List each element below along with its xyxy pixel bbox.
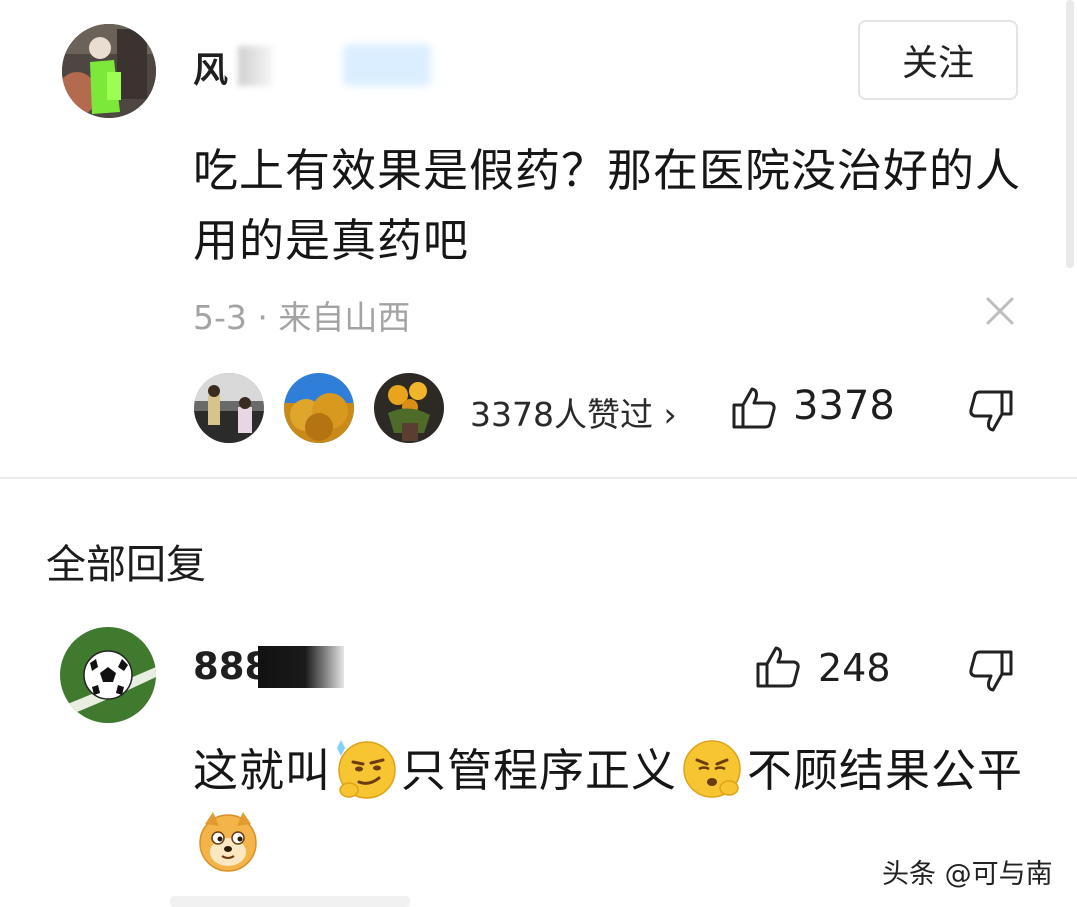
reply-text-segment: 不顾结果公平 — [747, 744, 1024, 797]
close-icon[interactable] — [984, 295, 1016, 327]
liker-avatar[interactable] — [194, 373, 264, 443]
liker-avatar[interactable] — [374, 373, 444, 443]
reply-text-segment: 只管程序正义 — [401, 744, 678, 797]
commenter-username[interactable]: 风 — [193, 42, 229, 93]
username-redaction — [343, 44, 431, 86]
divider — [0, 477, 1077, 479]
thumbs-up-icon[interactable] — [731, 385, 777, 431]
thumbs-down-icon[interactable] — [968, 388, 1014, 434]
bottom-strip — [170, 896, 410, 907]
watermark: 头条 @可与南 — [882, 859, 1053, 890]
thumbs-down-icon[interactable] — [968, 648, 1014, 694]
comment-like-count: 3378 — [793, 383, 895, 429]
doge-icon — [195, 808, 261, 874]
commenter-avatar[interactable] — [62, 24, 156, 118]
liked-by-link[interactable]: 3378人赞过 › — [470, 388, 677, 436]
comment-meta: 5-3 · 来自山西 — [193, 298, 411, 337]
username-redaction — [238, 46, 272, 86]
liker-avatar[interactable] — [284, 373, 354, 443]
username-redaction — [258, 646, 344, 688]
reply-like-count: 248 — [818, 646, 891, 690]
follow-button[interactable]: 关注 — [858, 20, 1018, 100]
scrollbar[interactable] — [1066, 0, 1074, 268]
comment-text: 吃上有效果是假药？那在医院没治好的人用的是真药吧 — [193, 144, 1022, 267]
replies-section-title: 全部回复 — [46, 542, 206, 588]
reply-avatar[interactable] — [60, 627, 156, 723]
smirk-face-icon — [333, 736, 399, 802]
pouting-face-icon — [679, 736, 745, 802]
thumbs-up-icon[interactable] — [755, 644, 801, 690]
reply-text-segment: 这就叫 — [193, 744, 332, 797]
